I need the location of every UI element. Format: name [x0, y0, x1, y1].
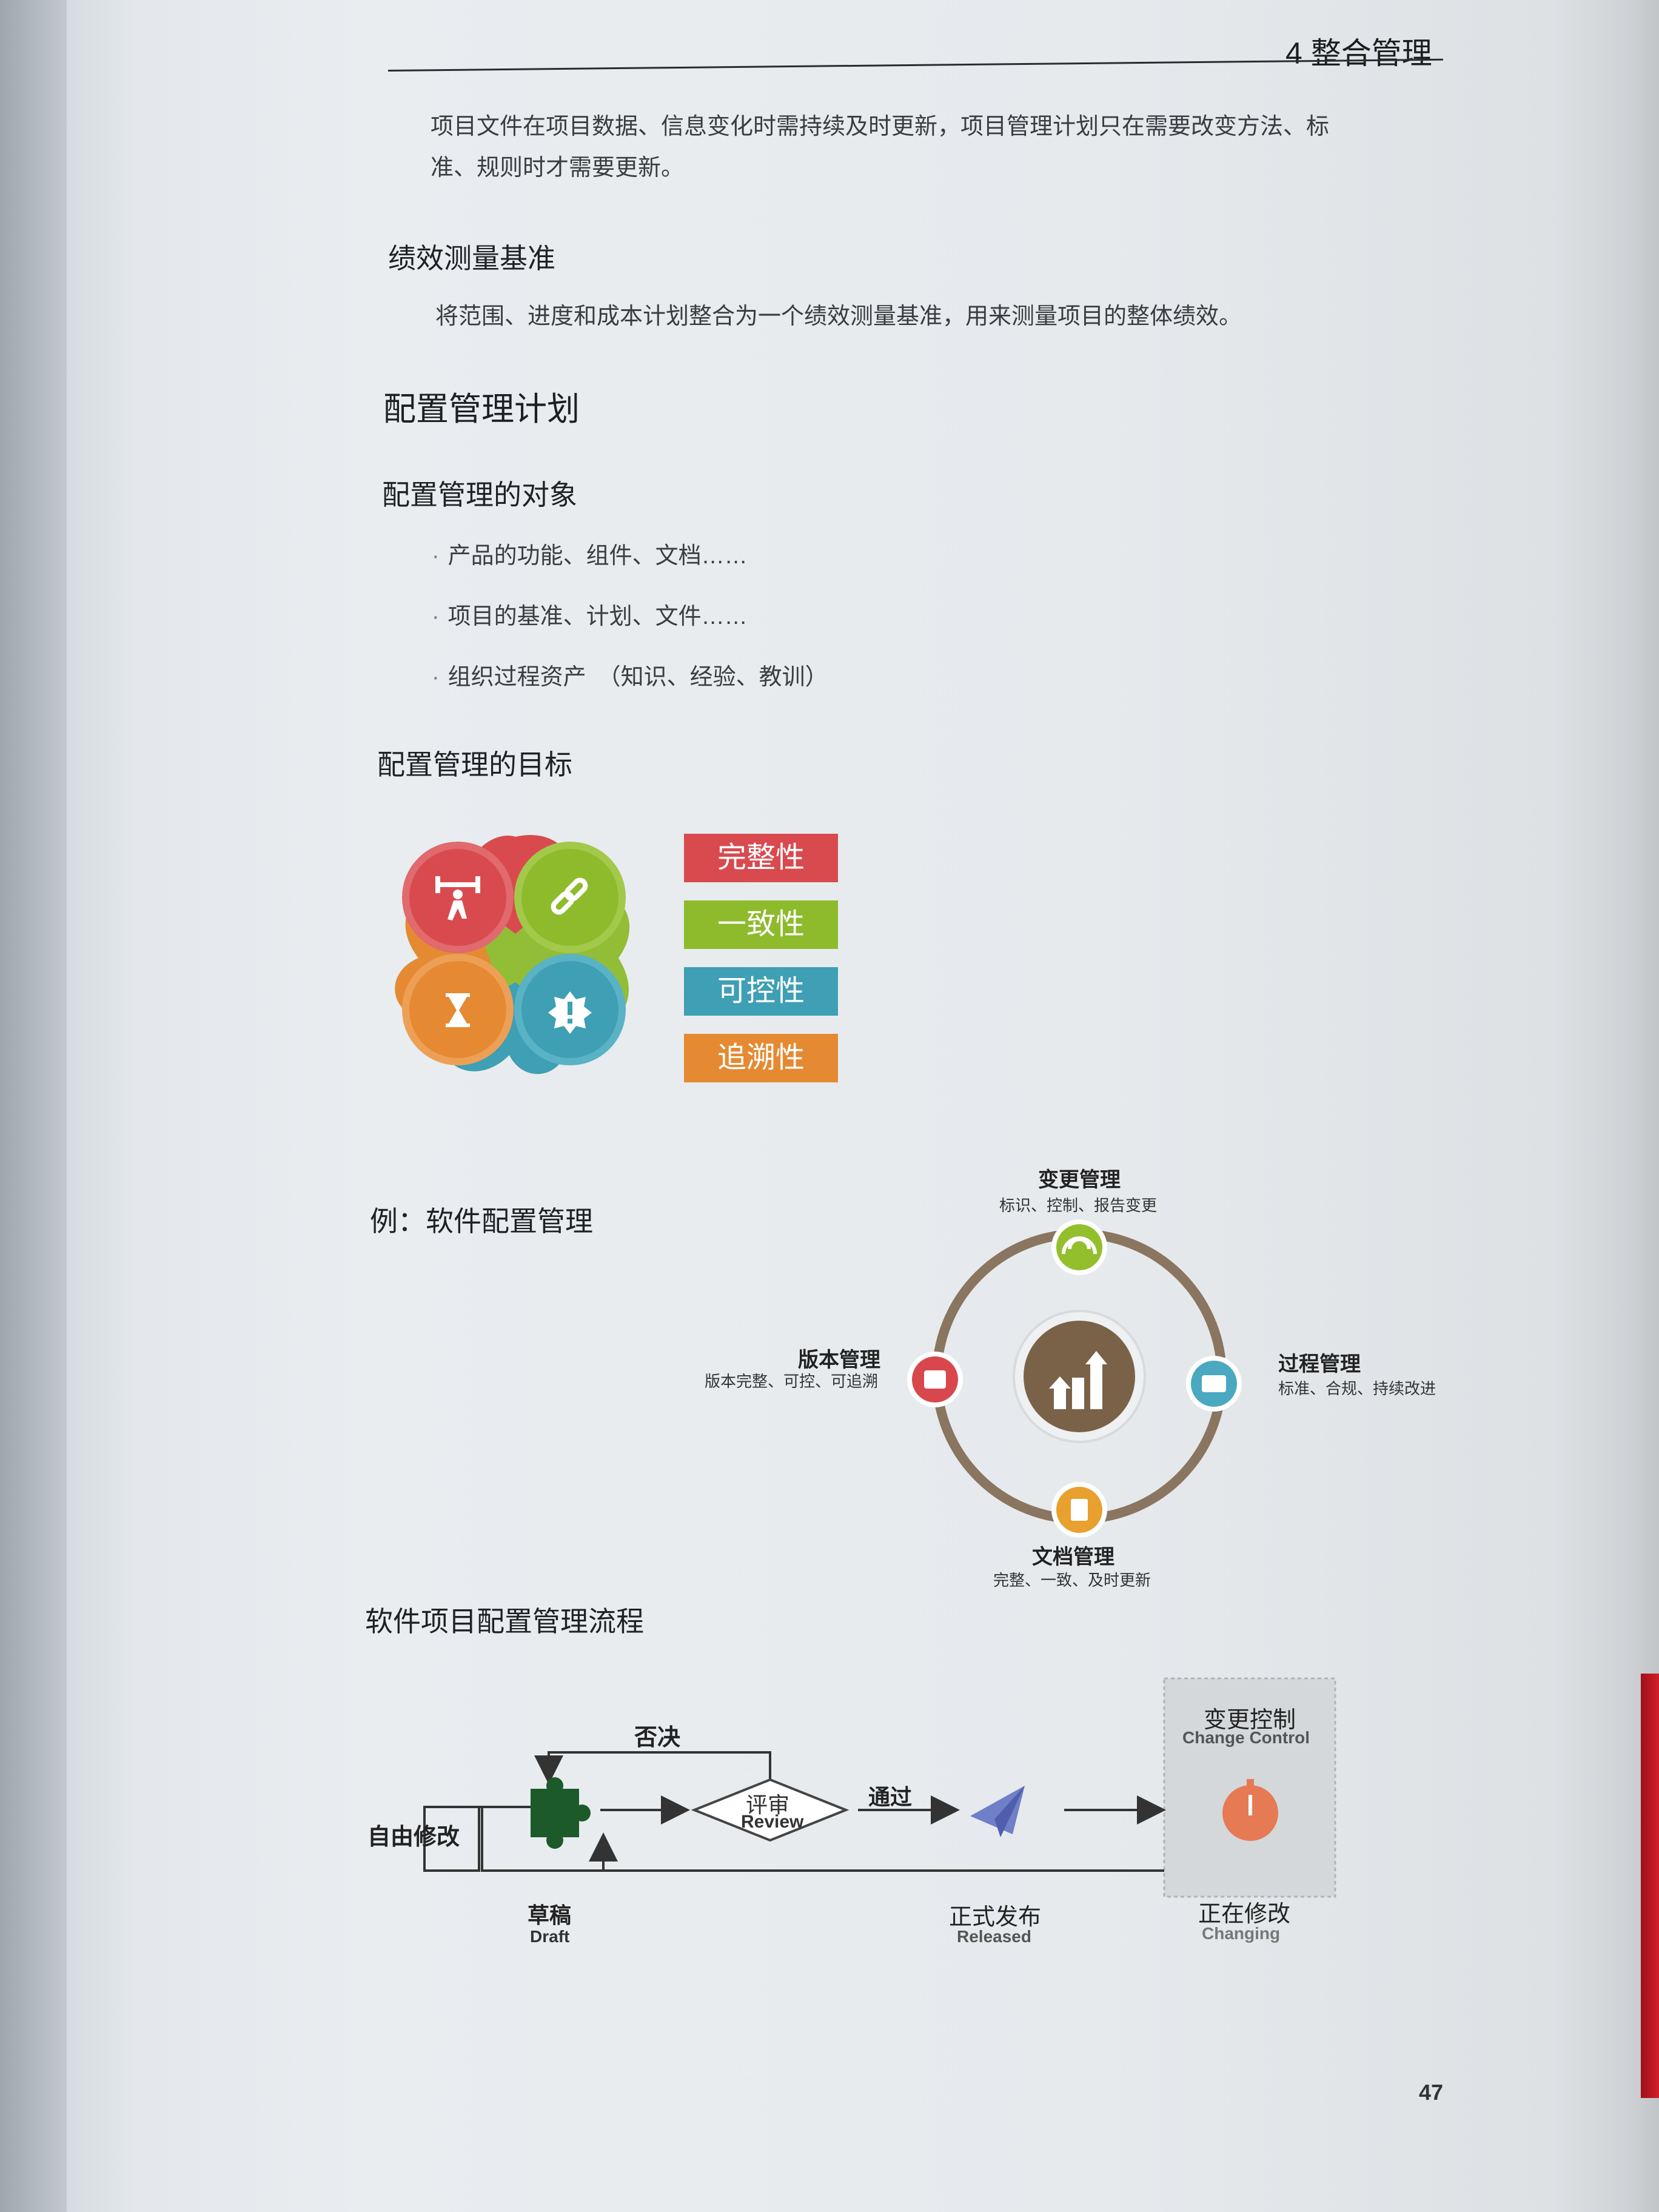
goal-tag-consistency: 一致性: [684, 900, 838, 949]
node-sub-document: 完整、一致、及时更新: [993, 1571, 1151, 1589]
goal-tag-label: 可控性: [717, 975, 805, 1007]
change-control-label-en: Change Control: [1182, 1728, 1310, 1747]
intro-line-2: 准、规则时才需要更新。: [431, 155, 685, 181]
node-title-change: 变更管理: [1038, 1168, 1121, 1191]
intro-line-1: 项目文件在项目数据、信息变化时需持续及时更新，项目管理计划只在需要改变方法、标: [431, 114, 1330, 139]
draft-label-en: Draft: [530, 1927, 570, 1946]
paper-plane-icon: [970, 1786, 1025, 1837]
review-label-en: Review: [741, 1812, 804, 1832]
document-icon: [1071, 1499, 1088, 1521]
puzzle-draft-icon: [531, 1777, 591, 1849]
version-icon: [924, 1370, 946, 1389]
page-number: 47: [1419, 2080, 1444, 2105]
goal-tag-controllability: 可控性: [684, 967, 838, 1016]
node-title-document: 文档管理: [1032, 1546, 1114, 1569]
node-title-process: 过程管理: [1278, 1353, 1361, 1376]
perf-heading: 绩效测量基准: [388, 243, 555, 274]
goal-tag-completeness: 完整性: [684, 834, 838, 882]
node-sub-process: 标准、合规、持续改进: [1278, 1379, 1436, 1398]
config-plan-title: 配置管理计划: [383, 391, 580, 427]
perf-text: 将范围、进度和成本计划整合为一个绩效测量基准，用来测量项目的整体绩效。: [435, 304, 1242, 329]
chapter-title: 4 整合管理: [1285, 36, 1432, 70]
alert-badge-icon: [548, 991, 592, 1034]
node-sub-change: 标识、控制、报告变更: [999, 1196, 1158, 1215]
released-label-en: Released: [957, 1927, 1031, 1946]
reject-label: 否决: [634, 1725, 681, 1751]
header-rule: [387, 58, 1443, 72]
node-sub-version: 版本完整、可控、可追溯: [705, 1372, 879, 1390]
goals-flower-graphic: [395, 835, 630, 1074]
goal-tag-label: 追溯性: [717, 1042, 805, 1074]
example-heading: 例：软件配置管理: [370, 1205, 593, 1237]
changing-label-en: Changing: [1202, 1924, 1281, 1943]
object-item-3: 组织过程资产 （知识、经验、教训）: [432, 658, 828, 691]
process-heading: 软件项目配置管理流程: [365, 1606, 644, 1637]
goal-tag-label: 完整性: [717, 842, 805, 874]
objects-heading: 配置管理的对象: [382, 479, 577, 511]
goal-tag-label: 一致性: [717, 908, 805, 940]
node-title-version: 版本管理: [798, 1349, 880, 1372]
process-icon: [1202, 1375, 1226, 1392]
page-binding-shadow: [0, 0, 67, 2212]
free-edit-label: 自由修改: [367, 1825, 460, 1850]
object-item-2: 项目的基准、计划、文件……: [432, 597, 748, 631]
scm-cycle-diagram: [907, 1219, 1242, 1538]
red-background-edge: [1641, 1674, 1659, 2098]
goals-heading: 配置管理的目标: [377, 749, 572, 780]
object-item-1: 产品的功能、组件、文档……: [432, 537, 748, 570]
changing-label-cn: 正在修改: [1198, 1902, 1291, 1927]
goal-tag-traceability: 追溯性: [684, 1034, 838, 1082]
draft-label-cn: 草稿: [528, 1903, 572, 1928]
released-label-cn: 正式发布: [949, 1905, 1042, 1930]
pass-label: 通过: [868, 1785, 913, 1809]
